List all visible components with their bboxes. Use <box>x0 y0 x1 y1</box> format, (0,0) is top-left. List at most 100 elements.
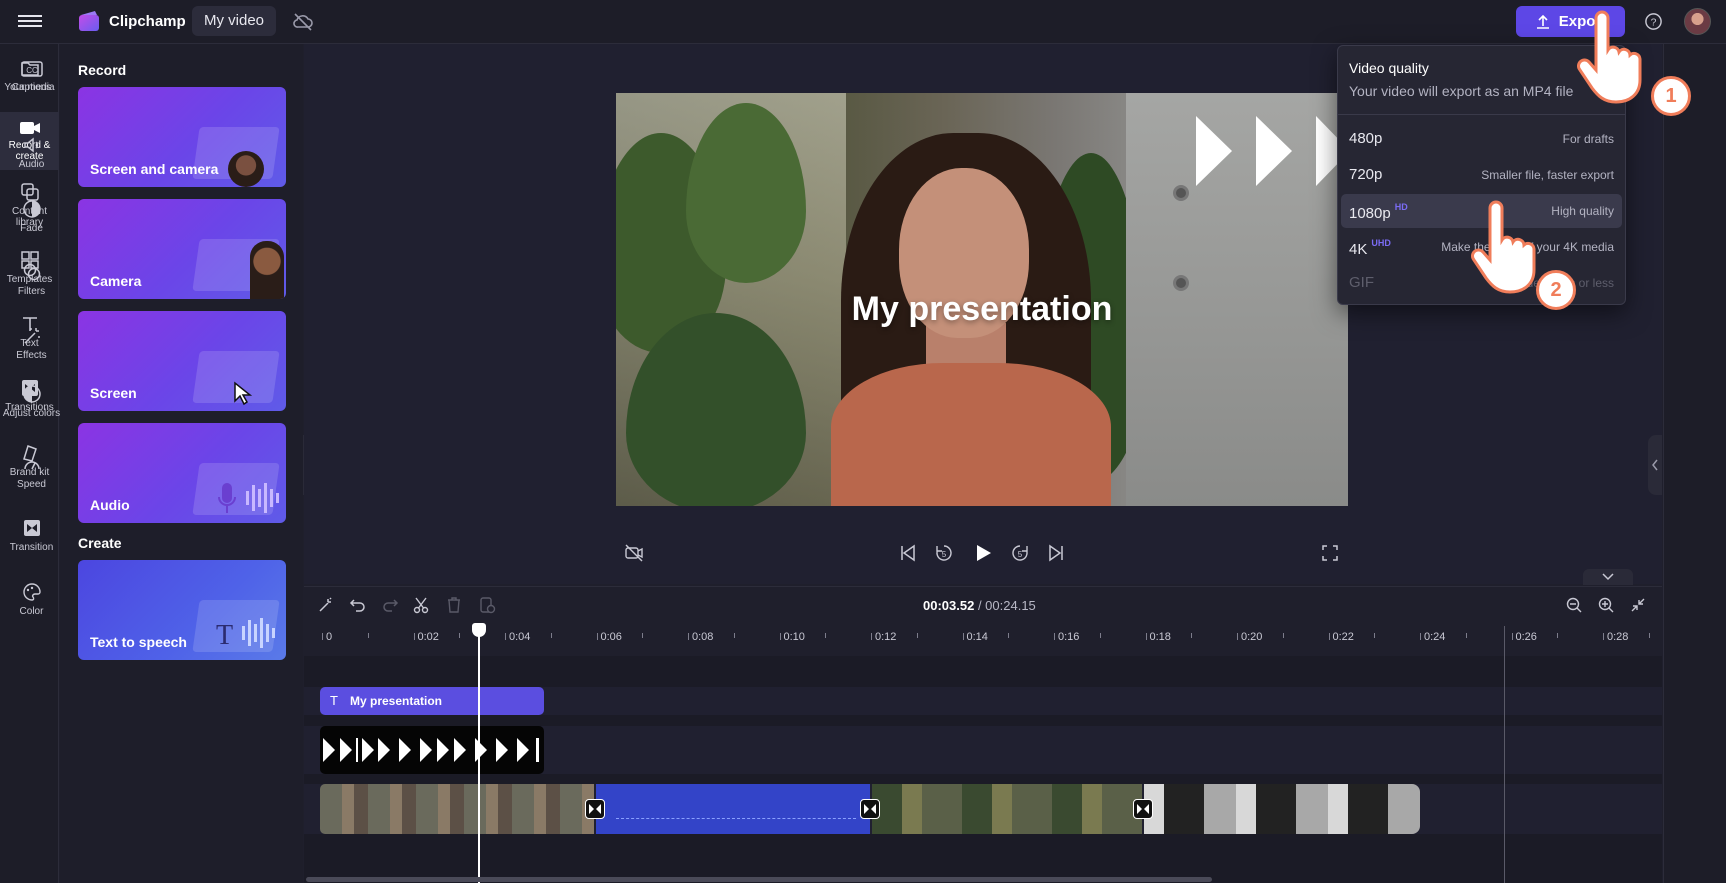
nav-label: Effects <box>16 350 47 361</box>
transition-marker[interactable] <box>1133 799 1153 819</box>
record-heading: Record <box>78 62 127 78</box>
step-1-badge: 1 <box>1651 76 1691 116</box>
text-to-speech-card[interactable]: T Text to speech <box>78 560 286 660</box>
zoom-out-icon[interactable] <box>1565 596 1583 614</box>
magic-edit-icon[interactable] <box>317 596 335 614</box>
option-name: 720p <box>1349 166 1383 183</box>
ruler-label: 0:14 <box>966 631 988 643</box>
video-name-field[interactable]: My video <box>192 6 276 36</box>
cloud-off-icon[interactable] <box>292 12 314 32</box>
nav-speed[interactable]: Speed <box>0 455 63 497</box>
audio-waveform <box>616 818 856 819</box>
fit-timeline-icon[interactable] <box>1629 596 1647 614</box>
screen-card[interactable]: Screen <box>78 311 286 411</box>
add-media-icon[interactable] <box>478 596 496 614</box>
nav-color[interactable]: Color <box>0 582 63 624</box>
video-clip-2[interactable] <box>596 784 870 834</box>
option-name-text: 1080p <box>1349 205 1391 222</box>
ruler-tick-minor <box>1465 633 1467 638</box>
audio-card[interactable]: Audio <box>78 423 286 523</box>
scissors-icon[interactable] <box>412 596 430 614</box>
collapse-properties-button[interactable] <box>1648 435 1662 495</box>
clipchamp-logo <box>79 11 99 31</box>
svg-text:5: 5 <box>942 550 947 559</box>
transition-icon <box>23 520 40 536</box>
svg-text:CC: CC <box>26 66 38 75</box>
nav-label: Transition <box>9 542 54 553</box>
playhead-handle[interactable] <box>472 623 486 637</box>
ruler-label: 0:08 <box>692 631 714 643</box>
option-720p[interactable]: 720p Smaller file, faster export <box>1341 158 1622 192</box>
nav-captions[interactable]: CC Captions <box>0 60 63 102</box>
video-clip-4[interactable] <box>1144 784 1420 834</box>
presenter-thumbnail <box>228 151 264 187</box>
arrow-overlay <box>1196 116 1348 186</box>
uhd-badge: UHD <box>1371 238 1391 248</box>
transitions-icon <box>864 804 876 814</box>
nav-transition[interactable]: Transition <box>0 518 63 560</box>
ruler-tick <box>688 633 689 640</box>
ruler-label: 0:06 <box>600 631 622 643</box>
screen-and-camera-card[interactable]: Screen and camera <box>78 87 286 187</box>
text-clip[interactable]: T My presentation <box>320 687 544 715</box>
play-icon[interactable] <box>973 543 993 563</box>
step-2-badge: 2 <box>1536 270 1576 310</box>
menu-icon[interactable] <box>18 12 42 32</box>
ruler-label: 0:20 <box>1241 631 1263 643</box>
menu-title: Video quality <box>1349 60 1429 76</box>
help-icon[interactable]: ? <box>1644 12 1663 31</box>
audio-icon <box>23 137 38 153</box>
create-heading: Create <box>78 535 122 551</box>
option-name: GIF <box>1349 274 1374 291</box>
arrow-overlay-clip[interactable] <box>320 726 544 774</box>
camera-card[interactable]: Camera <box>78 199 286 299</box>
option-name: 4K UHD <box>1349 238 1391 258</box>
undo-icon[interactable] <box>349 596 367 614</box>
skip-forward-icon[interactable] <box>1046 543 1066 563</box>
nav-effects[interactable]: Effects <box>0 326 63 368</box>
ruler-tick-minor <box>916 633 918 638</box>
ruler-tick-minor <box>459 633 461 638</box>
title-overlay[interactable]: My presentation <box>616 290 1348 329</box>
ruler-label: 0:10 <box>783 631 805 643</box>
ruler-label: 0:22 <box>1332 631 1354 643</box>
ruler-tick <box>596 633 598 640</box>
nav-filters[interactable]: Filters <box>0 262 63 304</box>
upload-icon <box>1536 14 1549 29</box>
presenter-thumbnail <box>250 241 284 299</box>
transition-marker[interactable] <box>860 799 880 819</box>
card-label: Audio <box>90 497 130 513</box>
fullscreen-icon[interactable] <box>1320 543 1340 563</box>
video-clip-3[interactable] <box>872 784 1142 834</box>
skip-back-icon[interactable] <box>898 543 918 563</box>
camera-off-icon[interactable] <box>624 543 644 563</box>
playhead[interactable] <box>478 625 480 883</box>
nav-audio[interactable]: Audio <box>0 135 63 177</box>
divider <box>1338 114 1625 115</box>
zoom-in-icon[interactable] <box>1597 596 1615 614</box>
nav-label: Audio <box>18 159 45 170</box>
forward-5-icon[interactable]: 5 <box>1010 543 1030 563</box>
avatar[interactable] <box>1684 8 1711 35</box>
hd-badge: HD <box>1394 202 1408 212</box>
collapse-timeline-button[interactable] <box>1583 569 1633 585</box>
rewind-5-icon[interactable]: 5 <box>934 543 954 563</box>
effects-icon <box>23 328 40 344</box>
card-label: Text to speech <box>90 634 187 650</box>
nav-adjust-colors[interactable]: Adjust colors <box>0 384 63 436</box>
cursor-icon <box>234 381 253 406</box>
nav-fade[interactable]: Fade <box>0 199 63 241</box>
video-preview[interactable]: My presentation <box>616 93 1348 506</box>
ruler-tick <box>413 633 415 640</box>
option-480p[interactable]: 480p For drafts <box>1341 122 1622 156</box>
microphone-waveform-icon <box>218 483 279 513</box>
timeline-scrollbar[interactable] <box>306 877 1212 882</box>
delete-icon[interactable] <box>445 596 463 614</box>
video-clip-1[interactable] <box>320 784 594 834</box>
ruler-tick <box>505 633 506 640</box>
timecode: 00:03.52 / 00:24.15 <box>923 598 1036 613</box>
transition-marker[interactable] <box>585 799 605 819</box>
ruler-label: 0:04 <box>509 631 531 643</box>
ruler-tick <box>962 633 964 640</box>
redo-icon[interactable] <box>381 596 399 614</box>
